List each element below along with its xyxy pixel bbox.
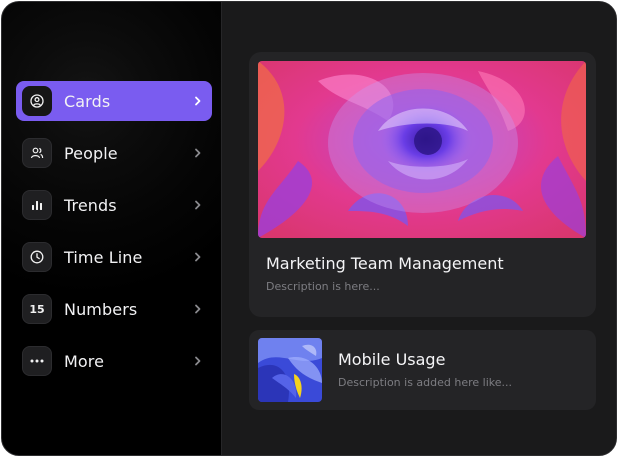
chevron-right-icon <box>194 96 202 106</box>
card-description: Description is added here like... <box>338 376 513 389</box>
card-title: Marketing Team Management <box>266 254 504 273</box>
sidebar-item-label: People <box>64 143 118 163</box>
sidebar-item-label: More <box>64 351 105 371</box>
bar-chart-icon <box>22 190 52 220</box>
app-window: Cards People Trends Time Line 15 Numbers… <box>1 1 617 456</box>
chevron-right-icon <box>194 252 202 262</box>
clock-icon <box>22 242 52 272</box>
sidebar: Cards People Trends Time Line 15 Numbers… <box>2 2 222 455</box>
card-marketing[interactable]: Marketing Team Management Description is… <box>249 52 596 317</box>
sidebar-item-people[interactable]: People <box>16 133 212 173</box>
sidebar-item-trends[interactable]: Trends <box>16 185 212 225</box>
sidebar-item-cards[interactable]: Cards <box>16 81 212 121</box>
sidebar-item-label: Time Line <box>64 247 143 267</box>
card-mobile-usage[interactable]: Mobile Usage Description is added here l… <box>249 330 596 410</box>
more-dots-icon <box>22 346 52 376</box>
user-circle-icon <box>22 86 52 116</box>
sidebar-item-label: Numbers <box>64 299 138 319</box>
sidebar-item-more[interactable]: More <box>16 341 212 381</box>
sidebar-item-numbers[interactable]: 15 Numbers <box>16 289 212 329</box>
sidebar-item-label: Trends <box>64 195 117 215</box>
sidebar-item-time-line[interactable]: Time Line <box>16 237 212 277</box>
card-title: Mobile Usage <box>338 350 446 369</box>
abstract-flower-image <box>258 61 586 238</box>
number-icon: 15 <box>22 294 52 324</box>
people-icon <box>22 138 52 168</box>
iris-flower-image <box>258 338 322 402</box>
chevron-right-icon <box>194 356 202 366</box>
chevron-right-icon <box>194 200 202 210</box>
number-badge: 15 <box>29 302 45 316</box>
chevron-right-icon <box>194 148 202 158</box>
chevron-right-icon <box>194 304 202 314</box>
sidebar-item-label: Cards <box>64 91 111 111</box>
card-description: Description is here... <box>266 280 380 293</box>
main-content: Marketing Team Management Description is… <box>222 2 616 455</box>
